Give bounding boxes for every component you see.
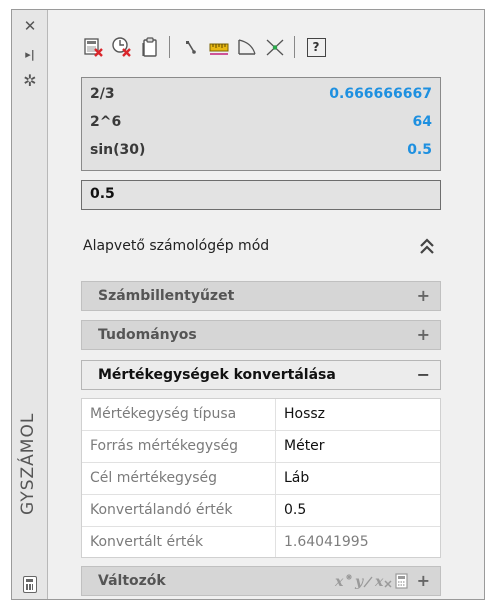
collapse-icon[interactable]: − — [417, 365, 430, 384]
grid-key: Cél mértékegység — [90, 470, 218, 486]
get-coordinates-icon — [186, 41, 196, 54]
section-label: Számbillentyűzet — [98, 288, 235, 304]
clear-button[interactable] — [81, 34, 107, 60]
grid-row[interactable]: Forrás mértékegység Méter — [82, 431, 440, 463]
section-numpad[interactable]: Számbillentyűzet + — [81, 281, 441, 311]
section-scientific[interactable]: Tudományos + — [81, 320, 441, 350]
grid-row[interactable]: Konvertálandó érték 0.5 — [82, 495, 440, 527]
value-to-convert-field[interactable]: 0.5 — [284, 502, 306, 518]
new-variable-icon[interactable]: x — [334, 572, 354, 590]
close-icon[interactable]: ✕ — [20, 16, 40, 36]
autohide-icon[interactable]: ▸| — [20, 44, 40, 64]
history-value[interactable]: 0.5 — [407, 142, 432, 162]
collapse-chevrons-icon[interactable] — [417, 236, 437, 260]
quickcalc-palette: ✕ ▸| ✲ GYSZÁMOL ? 2/3 0.666666667 2^6 64… — [11, 9, 485, 600]
delete-variable-icon[interactable]: x — [374, 572, 394, 590]
history-area[interactable]: 2/3 0.666666667 2^6 64 sin(30) 0.5 — [81, 77, 441, 171]
section-label: Tudományos — [98, 327, 197, 343]
history-expression: 2^6 — [90, 114, 122, 130]
intersection-of-four-points-icon — [266, 39, 284, 56]
history-entry[interactable]: sin(30) 0.5 — [90, 142, 432, 162]
history-entry[interactable]: 2^6 64 — [90, 114, 432, 134]
help-icon: ? — [306, 37, 326, 57]
svg-text:x: x — [334, 574, 344, 590]
intersection-button[interactable] — [262, 34, 288, 60]
toolbar-separator — [169, 36, 170, 58]
history-expression: 2/3 — [90, 86, 115, 102]
distance-button[interactable] — [206, 34, 232, 60]
properties-icon[interactable]: ✲ — [20, 70, 40, 90]
edit-variable-icon[interactable]: y — [354, 572, 374, 590]
grid-row[interactable]: Cél mértékegység Láb — [82, 463, 440, 495]
svg-text:x: x — [374, 574, 384, 590]
grid-key: Konvertált érték — [90, 534, 204, 550]
history-expression: sin(30) — [90, 142, 146, 158]
section-units-conversion[interactable]: Mértékegységek konvertálása − — [81, 360, 441, 390]
expression-input[interactable]: 0.5 — [81, 180, 441, 210]
toolbar-separator — [294, 36, 295, 58]
palette-content: ? 2/3 0.666666667 2^6 64 sin(30) 0.5 0.5… — [55, 10, 476, 599]
paste-to-command-line-icon — [142, 37, 157, 57]
clear-history-button[interactable] — [109, 34, 135, 60]
expand-icon[interactable]: + — [417, 571, 430, 590]
calculator-icon — [23, 576, 37, 593]
grid-row: Konvertált érték 1.64041995 — [82, 527, 440, 559]
history-value[interactable]: 0.666666667 — [329, 86, 432, 106]
units-property-grid: Mértékegység típusa Hossz Forrás mértéke… — [81, 398, 441, 558]
grid-row[interactable]: Mértékegység típusa Hossz — [82, 399, 440, 431]
grid-key: Forrás mértékegység — [90, 438, 239, 454]
section-label: Változók — [98, 573, 166, 589]
section-variables[interactable]: Változók x y x + — [81, 566, 441, 596]
expand-icon[interactable]: + — [417, 325, 430, 344]
history-entry[interactable]: 2/3 0.666666667 — [90, 86, 432, 106]
clear-icon — [84, 38, 103, 57]
toolbar: ? — [81, 34, 331, 60]
source-unit-value[interactable]: Méter — [284, 438, 325, 454]
angle-of-line-button[interactable] — [234, 34, 260, 60]
calculator-variable-icon[interactable] — [394, 572, 410, 590]
palette-titlebar: ✕ ▸| ✲ GYSZÁMOL — [12, 10, 48, 599]
mode-row: Alapvető számológép mód — [83, 238, 439, 262]
section-label: Mértékegységek konvertálása — [98, 367, 336, 383]
grid-key: Mértékegység típusa — [90, 406, 237, 422]
expand-icon[interactable]: + — [417, 286, 430, 305]
converted-value: 1.64041995 — [284, 534, 369, 550]
help-button[interactable]: ? — [303, 34, 329, 60]
unit-type-value[interactable]: Hossz — [284, 406, 325, 422]
angle-of-line-icon — [238, 39, 256, 55]
grid-key: Konvertálandó érték — [90, 502, 233, 518]
variables-toolbar: x y x — [334, 572, 410, 590]
target-unit-value[interactable]: Láb — [284, 470, 309, 486]
distance-between-two-points-icon — [209, 43, 229, 55]
svg-text:y: y — [354, 574, 364, 590]
mode-label: Alapvető számológép mód — [83, 238, 270, 254]
clear-history-icon — [112, 37, 131, 57]
history-value[interactable]: 64 — [413, 114, 432, 134]
paste-to-command-line-button[interactable] — [137, 34, 163, 60]
get-coordinates-button[interactable] — [178, 34, 204, 60]
